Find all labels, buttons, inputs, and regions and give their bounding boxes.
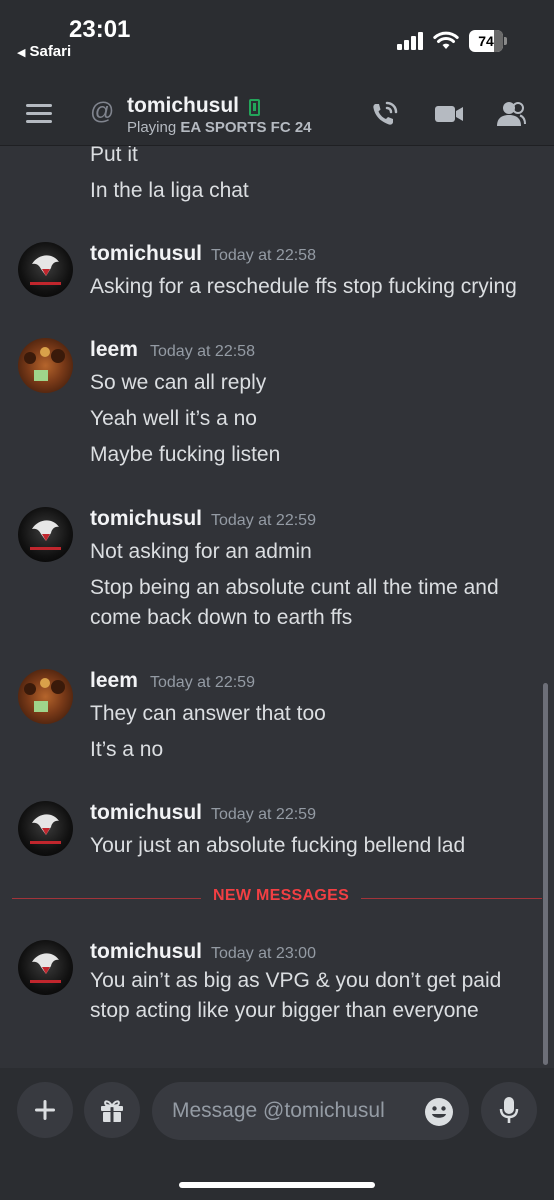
status-bar: 23:01 ◀ Safari 74 xyxy=(0,0,554,84)
chat-header: @ tomichusul Playing EA SPORTS FC 24 xyxy=(0,84,554,146)
activity-status: Playing EA SPORTS FC 24 xyxy=(127,119,312,136)
message-author[interactable]: tomichusul xyxy=(90,801,202,825)
back-to-app-link[interactable]: ◀ Safari xyxy=(17,43,71,60)
new-messages-label: NEW MESSAGES xyxy=(201,887,362,905)
message-line: stop acting like your bigger than everyo… xyxy=(90,999,479,1022)
message-author[interactable]: leem xyxy=(90,669,138,693)
gift-icon xyxy=(101,1100,123,1122)
battery-icon: 74 xyxy=(469,30,507,52)
message-line: Maybe fucking listen xyxy=(90,443,281,466)
home-indicator[interactable] xyxy=(179,1182,375,1188)
message-line: They can answer that too xyxy=(90,702,326,725)
message-line: Put it xyxy=(90,146,138,166)
message-author[interactable]: leem xyxy=(90,338,138,362)
avatar[interactable] xyxy=(18,338,73,393)
message-line: Not asking for an admin xyxy=(90,540,312,563)
message-line: You ain’t as big as VPG & you don’t get … xyxy=(90,969,502,992)
avatar[interactable] xyxy=(18,669,73,724)
message-line: It’s a no xyxy=(90,738,164,761)
activity-game: EA SPORTS FC 24 xyxy=(180,119,312,136)
mobile-online-icon xyxy=(249,99,260,116)
at-sign-icon: @ xyxy=(90,98,115,125)
dm-recipient-name[interactable]: tomichusul xyxy=(127,94,239,118)
message-timestamp: Today at 22:58 xyxy=(211,247,316,264)
scrollbar[interactable] xyxy=(543,683,548,1065)
message-timestamp: Today at 22:58 xyxy=(150,343,255,360)
message-composer xyxy=(0,1068,554,1200)
message-timestamp: Today at 22:59 xyxy=(211,806,316,823)
message-list[interactable]: Put it In the la liga chat tomichusul To… xyxy=(0,146,554,1068)
wifi-icon xyxy=(433,31,459,49)
gift-button[interactable] xyxy=(84,1082,140,1138)
message-timestamp: Today at 22:59 xyxy=(211,512,316,529)
avatar[interactable] xyxy=(18,801,73,856)
members-icon[interactable] xyxy=(496,100,526,128)
cellular-signal-icon xyxy=(397,32,425,50)
message-author[interactable]: tomichusul xyxy=(90,242,202,266)
voice-call-icon[interactable] xyxy=(370,100,400,128)
message-line: So we can all reply xyxy=(90,371,267,394)
message-line: Stop being an absolute cunt all the time… xyxy=(90,576,499,599)
message-timestamp: Today at 23:00 xyxy=(211,945,316,962)
activity-prefix: Playing xyxy=(127,119,177,136)
avatar[interactable] xyxy=(18,507,73,562)
message-input-container xyxy=(152,1082,469,1140)
message-line: Yeah well it’s a no xyxy=(90,407,257,430)
message-line: In the la liga chat xyxy=(90,179,249,202)
plus-icon xyxy=(35,1100,55,1120)
video-call-icon[interactable] xyxy=(434,100,464,128)
battery-level: 74 xyxy=(478,33,494,49)
microphone-icon xyxy=(499,1097,519,1123)
message-line: Asking for a reschedule ffs stop fucking… xyxy=(90,275,517,298)
message-line: come back down to earth ffs xyxy=(90,606,353,629)
message-timestamp: Today at 22:59 xyxy=(150,674,255,691)
add-attachment-button[interactable] xyxy=(17,1082,73,1138)
voice-message-button[interactable] xyxy=(481,1082,537,1138)
avatar[interactable] xyxy=(18,940,73,995)
message-line: Your just an absolute fucking bellend la… xyxy=(90,834,466,857)
message-author[interactable]: tomichusul xyxy=(90,940,202,964)
menu-icon[interactable] xyxy=(26,104,52,124)
back-app-label: Safari xyxy=(29,43,72,60)
emoji-icon[interactable] xyxy=(424,1097,454,1127)
message-input[interactable] xyxy=(172,1082,402,1140)
clock: 23:01 xyxy=(69,16,131,43)
message-author[interactable]: tomichusul xyxy=(90,507,202,531)
avatar[interactable] xyxy=(18,242,73,297)
back-arrow-icon: ◀ xyxy=(17,47,26,59)
